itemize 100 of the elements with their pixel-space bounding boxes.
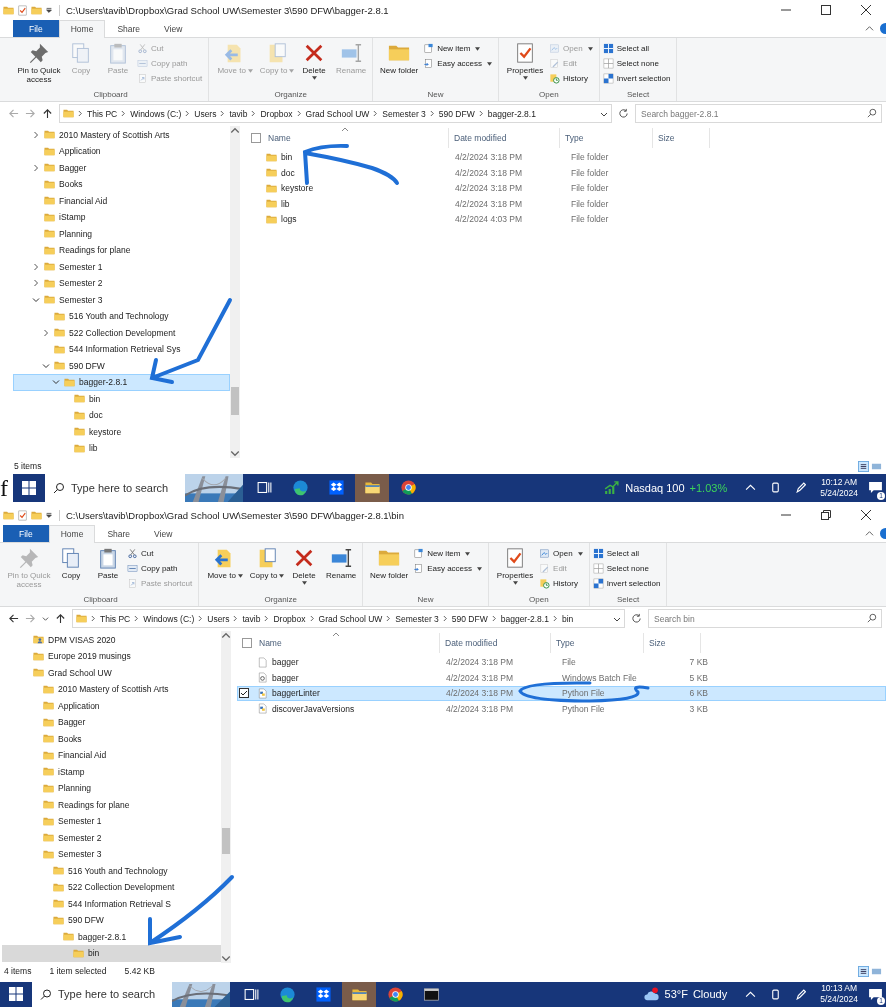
- chevron-icon[interactable]: [251, 110, 257, 118]
- collapse-ribbon-icon[interactable]: [865, 528, 874, 538]
- expand-icon[interactable]: [32, 279, 40, 288]
- forward-icon[interactable]: [25, 613, 36, 625]
- tree-item[interactable]: bin: [13, 390, 230, 408]
- scrollbar[interactable]: [221, 630, 231, 964]
- chevron-icon[interactable]: [491, 615, 497, 623]
- up-icon[interactable]: [42, 108, 53, 120]
- tree-item[interactable]: Semester 1: [13, 258, 230, 276]
- ribbon-button[interactable]: Move to: [202, 544, 249, 595]
- collapse-icon[interactable]: [42, 361, 50, 370]
- search-field[interactable]: Search bin: [648, 609, 882, 629]
- ribbon-button[interactable]: Select none: [592, 561, 664, 576]
- chevron-icon[interactable]: [552, 615, 558, 623]
- properties-icon[interactable]: [17, 4, 28, 16]
- column-header[interactable]: Type: [551, 632, 644, 653]
- scroll-thumb[interactable]: [231, 386, 239, 416]
- path-segment[interactable]: Semester 3: [395, 613, 439, 624]
- chevron-icon[interactable]: [386, 615, 392, 623]
- tree-item[interactable]: lib: [13, 440, 230, 457]
- ribbon-button[interactable]: Delete: [286, 544, 323, 595]
- chevron-icon[interactable]: [91, 615, 96, 623]
- tree-item[interactable]: Readings for plane: [13, 242, 230, 259]
- tree-item[interactable]: 544 Information Retrieval Sys: [13, 341, 230, 358]
- path-segment[interactable]: bagger-2.8.1: [487, 108, 536, 119]
- tree-item[interactable]: 516 Youth and Technology: [13, 308, 230, 325]
- ribbon-tab[interactable]: Share: [95, 525, 143, 542]
- tree-item[interactable]: Application: [13, 143, 230, 160]
- chevron-icon[interactable]: [373, 110, 379, 118]
- column-header[interactable]: Name: [259, 637, 282, 648]
- news-widget[interactable]: 53°F Cloudy: [642, 982, 728, 1007]
- path-segment[interactable]: This PC: [87, 108, 118, 119]
- tree-item[interactable]: bagger-2.8.1: [2, 928, 221, 946]
- refresh-icon[interactable]: [618, 108, 629, 120]
- ribbon-button[interactable]: Select none: [602, 56, 674, 71]
- scrollbar[interactable]: [230, 125, 240, 459]
- file-row[interactable]: bagger 4/2/2024 3:18 PM Windows Batch File 5 KB: [237, 670, 886, 686]
- tree-item[interactable]: Semester 2: [2, 829, 221, 847]
- chevron-icon[interactable]: [309, 615, 315, 623]
- file-row[interactable]: bin 4/2/2024 3:18 PM File folder: [246, 149, 886, 166]
- tree-item[interactable]: DPM VISAS 2020: [2, 631, 221, 649]
- scroll-down-icon[interactable]: [230, 450, 240, 459]
- tree-item[interactable]: bin: [2, 945, 221, 962]
- tree-item[interactable]: 2010 Mastery of Scottish Arts: [13, 126, 230, 144]
- path-segment[interactable]: bagger-2.8.1: [500, 613, 549, 624]
- refresh-icon[interactable]: [631, 613, 642, 625]
- ribbon-button[interactable]: New item: [423, 41, 496, 56]
- collapse-icon[interactable]: [32, 295, 40, 304]
- path-segment[interactable]: Dropbox: [260, 108, 293, 119]
- ribbon-button[interactable]: Rename: [323, 544, 360, 595]
- scroll-up-icon[interactable]: [221, 630, 231, 639]
- device-icon[interactable]: [770, 482, 782, 494]
- column-header[interactable]: Size: [653, 127, 710, 148]
- file-row[interactable]: discoverJavaVersions 4/2/2024 3:18 PM Python File 3 KB: [237, 701, 886, 717]
- ribbon-button[interactable]: Select all: [602, 41, 674, 56]
- tree-item[interactable]: Semester 3: [13, 291, 230, 309]
- collapse-ribbon-icon[interactable]: [865, 23, 874, 33]
- tree-item[interactable]: Readings for plane: [2, 796, 221, 814]
- ribbon-button[interactable]: New folder: [366, 544, 413, 595]
- tree-item[interactable]: bagger-2.8.1: [13, 374, 230, 391]
- path-segment[interactable]: Grad School UW: [305, 108, 370, 119]
- tree-item[interactable]: 522 Collection Development: [13, 324, 230, 342]
- customize-toolbar-icon[interactable]: [45, 6, 53, 14]
- chevron-up-icon[interactable]: [745, 989, 757, 1000]
- path-segment[interactable]: Windows (C:): [143, 613, 195, 624]
- tree-item[interactable]: keystore: [13, 423, 230, 441]
- forward-icon[interactable]: [25, 108, 36, 120]
- tree-item[interactable]: iStamp: [13, 209, 230, 226]
- chevron-icon[interactable]: [220, 110, 226, 118]
- expand-icon[interactable]: [32, 163, 40, 172]
- tree-item[interactable]: 516 Youth and Technology: [2, 862, 221, 880]
- details-view-icon[interactable]: [858, 460, 869, 472]
- ribbon-button[interactable]: Easy access: [423, 56, 496, 71]
- ribbon-button[interactable]: History: [539, 576, 586, 591]
- tree-item[interactable]: 2010 Mastery of Scottish Arts: [2, 681, 221, 698]
- expand-icon[interactable]: [32, 262, 40, 271]
- column-header[interactable]: Type: [560, 127, 653, 148]
- ribbon-tab[interactable]: View: [152, 20, 195, 37]
- chevron-icon[interactable]: [478, 110, 484, 118]
- chevron-icon[interactable]: [121, 110, 127, 118]
- path-segment[interactable]: tavib: [229, 108, 248, 119]
- expand-icon[interactable]: [42, 328, 50, 337]
- scroll-thumb[interactable]: [222, 828, 230, 854]
- tree-item[interactable]: Semester 3: [2, 846, 221, 863]
- customize-toolbar-icon[interactable]: [45, 511, 53, 519]
- path-segment[interactable]: Users: [194, 108, 217, 119]
- tree-item[interactable]: Books: [2, 730, 221, 748]
- clock[interactable]: 10:12 AM 5/24/2024: [820, 477, 858, 499]
- file-row[interactable]: keystore 4/2/2024 3:18 PM File folder: [246, 180, 886, 197]
- file-row[interactable]: bagger 4/2/2024 3:18 PM File 7 KB: [237, 654, 886, 671]
- tree-item[interactable]: Application: [2, 697, 221, 715]
- expand-icon[interactable]: [32, 130, 40, 139]
- device-icon[interactable]: [770, 989, 782, 1000]
- chevron-icon[interactable]: [198, 615, 204, 623]
- search-field[interactable]: Type here to search: [71, 474, 185, 502]
- ribbon-button[interactable]: Paste: [90, 544, 126, 595]
- ribbon-tab[interactable]: Home: [48, 525, 96, 543]
- news-widget[interactable]: Nasdaq 100 +1.03%: [603, 474, 728, 502]
- ribbon-tab[interactable]: Share: [105, 20, 153, 37]
- tree-item[interactable]: Financial Aid: [2, 747, 221, 764]
